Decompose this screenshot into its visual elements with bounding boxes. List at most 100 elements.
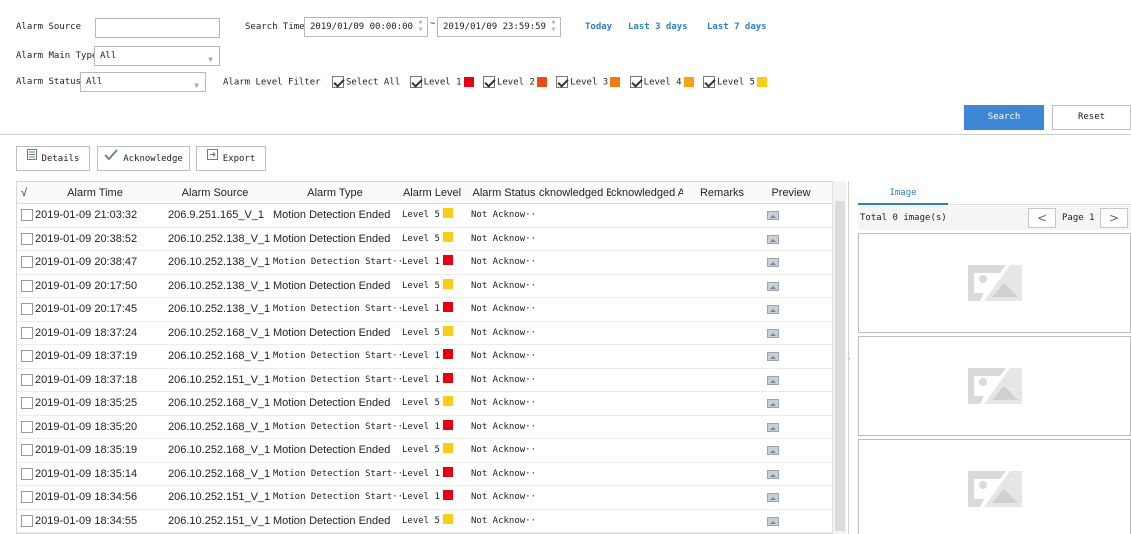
alarm-source-input[interactable]: [95, 18, 220, 38]
table-row[interactable]: 2019-01-09 20:17:45 206.10.252.138_V_1 Mot…: [17, 298, 845, 322]
row-checkbox[interactable]: [21, 420, 33, 433]
alarm-time: 2019-01-09 18:35:14: [35, 467, 138, 480]
row-checkbox[interactable]: [21, 491, 33, 503]
alarm-status: Not Acknow···: [471, 468, 537, 479]
tab-image[interactable]: Image: [858, 181, 948, 205]
row-checkbox[interactable]: [21, 350, 33, 362]
alarm-status: Not Acknow···: [471, 257, 537, 267]
row-checkbox[interactable]: [21, 303, 33, 315]
image-slot-2[interactable]: [858, 336, 1131, 436]
alarm-level: Level 5: [402, 510, 466, 533]
level-4-checkbox[interactable]: [629, 76, 642, 88]
image-icon[interactable]: [767, 234, 779, 244]
column-acknowledged-at[interactable]: cknowledged A: [611, 182, 683, 204]
alarm-status-select[interactable]: All ▼: [80, 72, 206, 92]
image-slot-1[interactable]: [858, 233, 1131, 333]
image-icon[interactable]: [767, 281, 779, 291]
image-pager-bar: Total 0 image(s) < Page 1 >: [858, 206, 1131, 230]
column-alarm-type[interactable]: Alarm Type: [271, 182, 399, 204]
row-checkbox[interactable]: [21, 467, 33, 480]
table-row[interactable]: 2019-01-09 20:17:50 206.10.252.138_V_1 Mot…: [17, 275, 845, 298]
select-all-checkbox[interactable]: [331, 76, 344, 88]
image-icon[interactable]: [767, 352, 779, 361]
scroll-thumb[interactable]: [835, 201, 845, 531]
table-row[interactable]: 2019-01-09 20:38:52 206.10.252.138_V_1 Mot…: [17, 228, 845, 251]
start-time-spinner[interactable]: ▲ ▼: [415, 18, 426, 36]
table-row[interactable]: 2019-01-09 18:35:20 206.10.252.168_V_1 Mot…: [17, 416, 845, 439]
row-checkbox[interactable]: [21, 279, 33, 292]
details-button[interactable]: Details: [16, 146, 90, 171]
image-icon[interactable]: [767, 258, 779, 267]
start-time-input[interactable]: 2019/01/09 00:00:00 ▲ ▼: [304, 17, 428, 37]
table-row[interactable]: 2019-01-09 18:37:18 206.10.252.151_V_1 Mot…: [17, 369, 845, 392]
table-row[interactable]: 2019-01-09 18:34:55 206.10.252.151_V_1 Mot…: [17, 510, 845, 533]
table-scrollbar[interactable]: [832, 181, 846, 534]
select-all-column[interactable]: √: [17, 182, 31, 204]
level-3-checkbox[interactable]: [556, 76, 569, 88]
check-icon: [104, 147, 118, 170]
table-row[interactable]: 2019-01-09 21:03:32 206.9.251.165_V_1 Moti…: [17, 204, 845, 228]
reset-button[interactable]: Reset: [1052, 105, 1131, 130]
image-icon[interactable]: [767, 211, 779, 220]
end-time-spinner[interactable]: ▲ ▼: [548, 18, 559, 36]
alarm-main-type-select[interactable]: All ▼: [94, 46, 220, 66]
prev-page-button[interactable]: <: [1028, 208, 1056, 228]
alarm-level-text: Level 5: [402, 280, 440, 291]
column-alarm-time[interactable]: Alarm Time: [31, 182, 159, 204]
table-row[interactable]: 2019-01-09 20:38:47 206.10.252.138_V_1 Mot…: [17, 251, 845, 275]
table-row[interactable]: 2019-01-09 18:37:24 206.10.252.168_V_1 Mot…: [17, 322, 845, 345]
table-row[interactable]: 2019-01-09 18:37:19 206.10.252.168_V_1 Mot…: [17, 345, 845, 369]
table-row[interactable]: 2019-01-09 18:35:19 206.10.252.168_V_1 Mot…: [17, 439, 845, 463]
last-3-days-link[interactable]: Last 3 days: [628, 22, 688, 32]
level-5-checkbox[interactable]: [703, 76, 716, 88]
image-icon[interactable]: [767, 399, 779, 408]
row-checkbox[interactable]: [21, 256, 33, 268]
alarm-time: 2019-01-09 18:35:25: [35, 397, 138, 409]
next-page-button[interactable]: >: [1100, 208, 1128, 228]
image-icon[interactable]: [767, 305, 779, 314]
image-slot-3[interactable]: [858, 439, 1131, 534]
column-remarks[interactable]: Remarks: [685, 182, 759, 204]
row-checkbox[interactable]: [21, 397, 33, 409]
last-7-days-link[interactable]: Last 7 days: [707, 22, 767, 32]
end-time-value: 2019/01/09 23:59:59: [443, 22, 546, 32]
export-button[interactable]: Export: [196, 146, 266, 171]
end-time-input[interactable]: 2019/01/09 23:59:59 ▲ ▼: [437, 17, 561, 37]
column-alarm-source[interactable]: Alarm Source: [159, 182, 271, 204]
column-preview[interactable]: Preview: [761, 182, 821, 204]
row-checkbox[interactable]: [21, 326, 33, 339]
alarm-level-swatch: [442, 278, 453, 289]
level-2-label: Level 2: [496, 77, 535, 88]
alarm-level: Level 1: [402, 463, 466, 486]
alarm-status: Not Acknow···: [471, 398, 537, 408]
image-icon[interactable]: [767, 516, 779, 526]
alarm-status: Not Acknow···: [471, 492, 537, 502]
table-row[interactable]: 2019-01-09 18:35:14 206.10.252.168_V_1 Mot…: [17, 463, 845, 486]
column-alarm-status[interactable]: Alarm Status: [469, 182, 539, 204]
search-button[interactable]: Search: [964, 105, 1044, 130]
column-acknowledged-by[interactable]: cknowledged B: [539, 182, 611, 204]
level-2-checkbox[interactable]: [482, 76, 495, 88]
image-icon[interactable]: [767, 469, 779, 479]
acknowledge-button[interactable]: Acknowledge: [97, 146, 190, 171]
image-icon[interactable]: [767, 375, 779, 385]
table-row[interactable]: 2019-01-09 18:34:56 206.10.252.151_V_1 Mot…: [17, 486, 845, 510]
image-icon[interactable]: [767, 328, 779, 338]
image-icon[interactable]: [767, 422, 779, 432]
today-link[interactable]: Today: [585, 22, 612, 32]
level-4-swatch: [683, 77, 694, 87]
row-checkbox[interactable]: [21, 444, 33, 456]
level-1-checkbox[interactable]: [409, 76, 422, 88]
column-alarm-level[interactable]: Alarm Level: [399, 182, 465, 204]
start-time-value: 2019/01/09 00:00:00: [310, 22, 413, 32]
row-checkbox[interactable]: [21, 209, 33, 221]
image-icon[interactable]: [767, 446, 779, 455]
row-checkbox[interactable]: [21, 514, 33, 527]
alarm-level: Level 5: [402, 392, 466, 415]
row-checkbox[interactable]: [21, 373, 33, 386]
alarm-time: 2019-01-09 18:34:55: [35, 514, 138, 527]
table-row[interactable]: 2019-01-09 18:35:25 206.10.252.168_V_1 Mot…: [17, 392, 845, 416]
row-checkbox[interactable]: [21, 232, 33, 245]
search-time-label: Search Time: [245, 22, 305, 32]
image-icon[interactable]: [767, 493, 779, 502]
